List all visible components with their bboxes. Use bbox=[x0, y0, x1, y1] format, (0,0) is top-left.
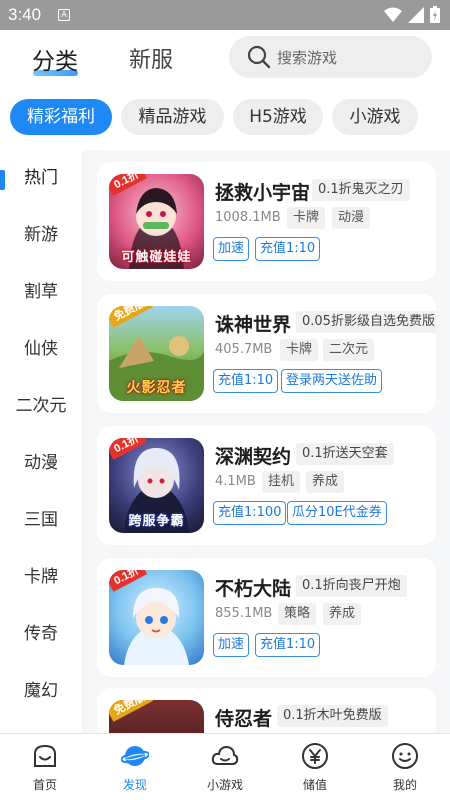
benefit-tag: 充值1:10 bbox=[255, 633, 321, 657]
game-name: 侍忍者 bbox=[215, 708, 273, 730]
category-pills: 精彩福利 精品游戏 H5游戏 小游戏 bbox=[0, 96, 450, 138]
status-icons bbox=[384, 6, 440, 23]
game-size: 855.1MB bbox=[215, 606, 273, 621]
icon-caption: 可触碰娃娃 bbox=[121, 250, 192, 265]
promo-tag: 0.1折送天空套 bbox=[296, 443, 394, 465]
game-name: 拯救小宇宙 bbox=[215, 182, 311, 204]
nav-home[interactable]: 首页 bbox=[0, 734, 90, 800]
game-icon: 0.1折 bbox=[109, 570, 204, 665]
pill-mini-games[interactable]: 小游戏 bbox=[332, 99, 418, 135]
promo-tag: 0.1折木叶免费版 bbox=[277, 705, 388, 727]
sidebar-item-anime2d[interactable]: 二次元 bbox=[0, 378, 82, 435]
wifi-icon bbox=[384, 7, 402, 22]
tab-new-server[interactable]: 新服 bbox=[129, 42, 173, 74]
nav-mini-games[interactable]: 小游戏 bbox=[180, 734, 270, 800]
game-icon: 0.1折 跨服争霸 bbox=[109, 438, 204, 533]
game-name: 不朽大陆 bbox=[215, 578, 292, 600]
benefit-tag: 登录两天送佐助 bbox=[281, 369, 383, 393]
battery-icon bbox=[430, 6, 440, 23]
sidebar-item-card[interactable]: 卡牌 bbox=[0, 549, 82, 606]
game-card[interactable]: 免费版 侍忍者 0.1折木叶免费版 bbox=[97, 688, 436, 733]
benefit-tag: 瓜分10E代金券 bbox=[287, 501, 387, 525]
genre-tag: 卡牌 bbox=[280, 339, 319, 361]
sidebar-item-anime[interactable]: 动漫 bbox=[0, 435, 82, 492]
benefit-tag: 加速 bbox=[213, 237, 250, 261]
nav-label: 首页 bbox=[32, 778, 57, 792]
smile-face-icon bbox=[392, 743, 418, 769]
genre-tag: 二次元 bbox=[323, 339, 375, 361]
genre-tag: 养成 bbox=[306, 471, 345, 493]
game-card[interactable]: 免费版 火影忍者 诛神世界 0.05折影级自选免费版 405.7MB 卡牌 二次… bbox=[97, 294, 436, 413]
nav-discover[interactable]: 发现 bbox=[90, 734, 180, 800]
sidebar-item-xianxia[interactable]: 仙侠 bbox=[0, 321, 82, 378]
game-name: 诛神世界 bbox=[215, 314, 292, 336]
game-size: 1008.1MB bbox=[215, 210, 281, 225]
notification-badge-icon: A bbox=[58, 9, 70, 21]
genre-tag: 动漫 bbox=[332, 207, 371, 229]
bottom-nav: 首页 发现 小游戏 储值 我的 bbox=[0, 733, 450, 800]
sidebar-item-hot[interactable]: 热门 bbox=[0, 150, 82, 207]
cloud-icon bbox=[211, 745, 239, 765]
planet-icon bbox=[121, 746, 149, 766]
nav-label: 我的 bbox=[392, 778, 417, 792]
nav-recharge[interactable]: 储值 bbox=[270, 734, 360, 800]
promo-tag: 0.05折影级自选免费版 bbox=[296, 311, 436, 333]
sidebar: 热门 新游 割草 仙侠 二次元 动漫 三国 卡牌 传奇 魔幻 bbox=[0, 150, 82, 733]
benefit-tag: 加速 bbox=[213, 633, 250, 657]
yuan-coin-icon bbox=[302, 743, 328, 769]
sidebar-item-fantasy[interactable]: 魔幻 bbox=[0, 663, 82, 720]
pill-premium-games[interactable]: 精品游戏 bbox=[121, 99, 224, 135]
game-card[interactable]: 0.1折 不朽大陆 0.1折向丧尸开炮 855.1MB 策略 养成 加速 充值1… bbox=[97, 558, 436, 677]
game-icon: 0.1折 可触碰娃娃 bbox=[109, 174, 204, 269]
signal-icon bbox=[408, 6, 424, 23]
promo-tag: 0.1折向丧尸开炮 bbox=[296, 575, 407, 597]
search-bar[interactable]: 搜索游戏 bbox=[229, 36, 432, 78]
pill-welfare[interactable]: 精彩福利 bbox=[10, 99, 112, 135]
game-size: 405.7MB bbox=[215, 342, 273, 357]
game-size: 4.1MB bbox=[215, 474, 256, 489]
top-nav: 分类 新服 搜索游戏 bbox=[0, 30, 450, 90]
sidebar-item-gecao[interactable]: 割草 bbox=[0, 264, 82, 321]
benefit-tag: 充值1:10 bbox=[213, 369, 279, 393]
game-name: 深渊契约 bbox=[215, 446, 292, 468]
tab-category[interactable]: 分类 bbox=[32, 42, 78, 76]
status-bar: 3:40 A bbox=[0, 0, 450, 30]
nav-label: 小游戏 bbox=[206, 778, 243, 792]
game-icon: 免费版 火影忍者 bbox=[109, 306, 204, 401]
sidebar-item-three-kingdoms[interactable]: 三国 bbox=[0, 492, 82, 549]
search-icon bbox=[247, 45, 271, 69]
genre-tag: 养成 bbox=[323, 603, 362, 625]
icon-caption: 跨服争霸 bbox=[128, 514, 185, 529]
sidebar-item-new[interactable]: 新游 bbox=[0, 207, 82, 264]
icon-caption: 火影忍者 bbox=[126, 380, 187, 396]
home-face-icon bbox=[34, 744, 56, 767]
game-icon: 免费版 bbox=[109, 700, 204, 733]
genre-tag: 挂机 bbox=[262, 471, 301, 493]
nav-label: 储值 bbox=[302, 778, 327, 792]
sidebar-item-legend[interactable]: 传奇 bbox=[0, 606, 82, 663]
promo-tag: 0.1折鬼灭之刃 bbox=[312, 179, 410, 201]
genre-tag: 卡牌 bbox=[287, 207, 326, 229]
nav-label: 发现 bbox=[122, 778, 147, 792]
game-card[interactable]: 0.1折 可触碰娃娃 拯救小宇宙 0.1折鬼灭之刃 1008.1MB 卡牌 动漫… bbox=[97, 162, 436, 281]
genre-tag: 策略 bbox=[278, 603, 317, 625]
discount-ribbon: 免费版 bbox=[109, 700, 154, 722]
status-time: 3:40 bbox=[8, 5, 42, 24]
benefit-tag: 充值1:100 bbox=[213, 501, 287, 525]
search-placeholder: 搜索游戏 bbox=[277, 49, 338, 67]
benefit-tag: 充值1:10 bbox=[255, 237, 321, 261]
pill-h5-games[interactable]: H5游戏 bbox=[233, 99, 323, 135]
nav-mine[interactable]: 我的 bbox=[360, 734, 450, 800]
game-card[interactable]: 0.1折 跨服争霸 深渊契约 0.1折送天空套 4.1MB 挂机 养成 充值1:… bbox=[97, 426, 436, 545]
